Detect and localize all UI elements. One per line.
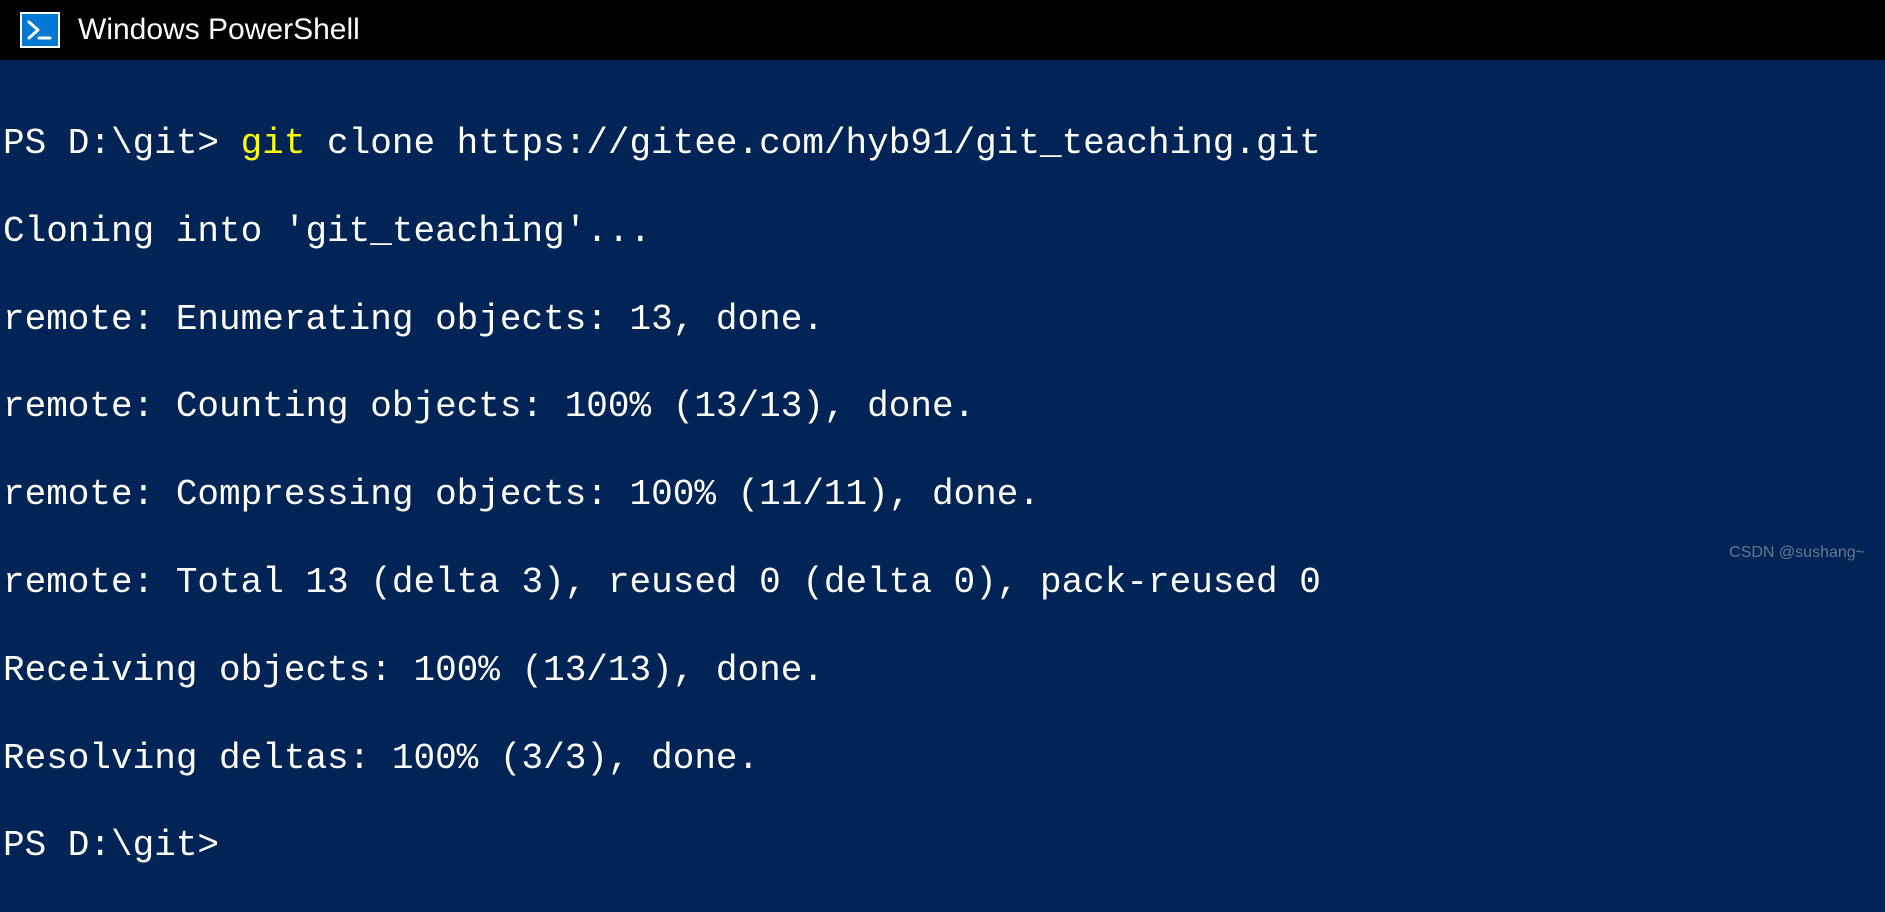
terminal-line: PS D:\git>: [3, 824, 1885, 868]
terminal-line: PS D:\git> git clone https://gitee.com/h…: [3, 122, 1885, 166]
window-title: Windows PowerShell: [78, 13, 360, 47]
powershell-icon: [20, 12, 60, 48]
terminal-line: remote: Enumerating objects: 13, done.: [3, 298, 1885, 342]
terminal-output[interactable]: PS D:\git> git clone https://gitee.com/h…: [0, 60, 1885, 912]
terminal-line: remote: Counting objects: 100% (13/13), …: [3, 385, 1885, 429]
terminal-line: Resolving deltas: 100% (3/3), done.: [3, 737, 1885, 781]
terminal-line: Cloning into 'git_teaching'...: [3, 210, 1885, 254]
command-name: git: [241, 123, 306, 164]
watermark: CSDN @sushang~: [1729, 544, 1865, 562]
terminal-line: remote: Compressing objects: 100% (11/11…: [3, 473, 1885, 517]
command-args: clone https://gitee.com/hyb91/git_teachi…: [305, 123, 1320, 164]
prompt: PS D:\git>: [3, 825, 219, 866]
titlebar: Windows PowerShell: [0, 0, 1885, 60]
terminal-line: Receiving objects: 100% (13/13), done.: [3, 649, 1885, 693]
prompt: PS D:\git>: [3, 123, 241, 164]
